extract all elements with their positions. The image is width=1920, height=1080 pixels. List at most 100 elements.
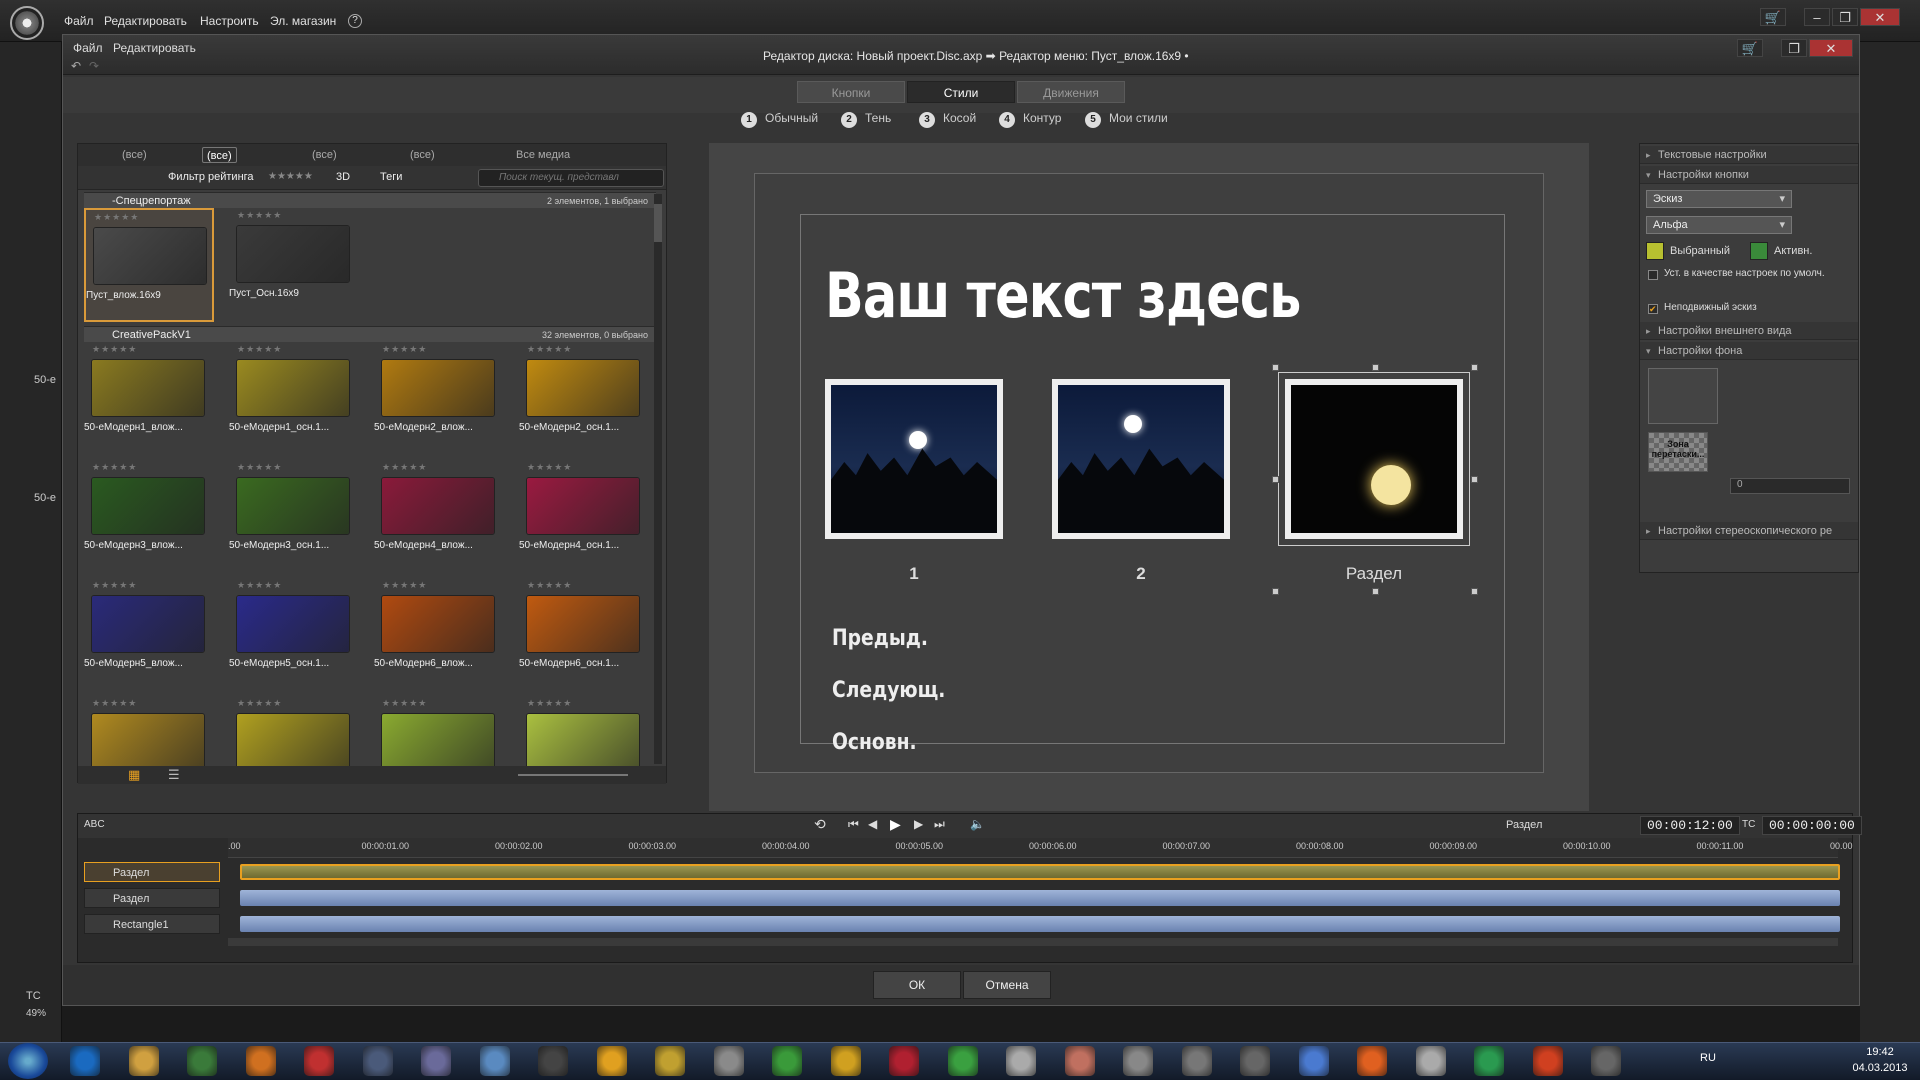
dialog-cart-icon[interactable]: 🛒	[1737, 39, 1763, 57]
chapter-button-1[interactable]	[825, 379, 1003, 539]
taskbar-app-icon[interactable]	[596, 1046, 627, 1076]
track-bar-chapter-text[interactable]	[240, 890, 1840, 906]
nav-prev-button[interactable]: Предыд.	[832, 626, 928, 651]
track-bar-chapter[interactable]	[240, 864, 1840, 880]
template-item[interactable]: ★★★★★	[229, 696, 359, 766]
taskbar-app-icon[interactable]	[947, 1046, 978, 1076]
template-item[interactable]: ★★★★★ 50-eМодерн1_влож...	[84, 342, 214, 456]
rating-stars[interactable]: ★★★★★	[527, 580, 572, 591]
section-button-settings[interactable]: Настройки кнопки	[1640, 166, 1858, 184]
taskbar-app-icon[interactable]	[1474, 1046, 1504, 1076]
style-normal[interactable]: 1 Обычный	[741, 109, 818, 128]
scrollbar-thumb[interactable]	[654, 204, 662, 242]
template-item[interactable]: ★★★★★	[374, 696, 504, 766]
template-item[interactable]: ★★★★★	[84, 696, 214, 766]
rating-stars[interactable]: ★★★★★	[382, 462, 427, 473]
rating-stars[interactable]: ★★★★★	[527, 462, 572, 473]
template-item[interactable]: ★★★★★ 50-eМодерн3_влож...	[84, 460, 214, 574]
default-checkbox[interactable]	[1648, 270, 1658, 280]
rating-stars[interactable]: ★★★★★	[92, 344, 137, 355]
still-thumb-checkbox[interactable]: ✔	[1648, 304, 1658, 314]
tab-styles[interactable]: Стили	[907, 81, 1015, 103]
section-stereoscopic[interactable]: Настройки стереоскопического ре	[1640, 522, 1858, 540]
clock-time[interactable]: 19:42	[1850, 1046, 1910, 1058]
ok-button[interactable]: ОК	[873, 971, 961, 999]
redo-icon[interactable]: ↷	[89, 59, 99, 73]
template-item[interactable]: ★★★★★ Пуст_влож.16x9	[84, 208, 214, 322]
selection-handle[interactable]	[1372, 588, 1379, 595]
filter-3d[interactable]: 3D	[336, 171, 350, 183]
app-logo-icon[interactable]	[10, 6, 44, 40]
rating-stars[interactable]: ★★★★★	[94, 212, 139, 223]
step-back-icon[interactable]: ◀	[868, 817, 877, 831]
taskbar-app-icon[interactable]	[128, 1046, 159, 1076]
template-item[interactable]: ★★★★★ 50-eМодерн3_осн.1...	[229, 460, 359, 574]
language-indicator[interactable]: RU	[1700, 1052, 1716, 1064]
taskbar-app-icon[interactable]	[362, 1046, 393, 1076]
chapter-nav-label[interactable]: Раздел	[1506, 819, 1542, 831]
filter-tags[interactable]: Теги	[380, 171, 402, 183]
undo-icon[interactable]: ↶	[71, 59, 81, 73]
library-tab[interactable]: (все)	[118, 147, 151, 163]
track-rectangle[interactable]: Rectangle1	[84, 914, 220, 934]
rating-stars[interactable]: ★★★★★	[527, 344, 572, 355]
timeline-hscrollbar[interactable]	[228, 938, 1838, 946]
selection-handle[interactable]	[1471, 476, 1478, 483]
close-icon[interactable]: ✕	[1860, 8, 1900, 26]
taskbar-app-icon[interactable]	[830, 1046, 861, 1076]
restore-icon[interactable]: ❐	[1832, 8, 1858, 26]
background-preview[interactable]	[1648, 368, 1718, 424]
rating-stars[interactable]: ★★★★★	[237, 344, 282, 355]
go-end-icon[interactable]: ⏭	[934, 817, 945, 832]
start-button[interactable]	[8, 1043, 48, 1079]
style-my-styles[interactable]: 5 Мои стили	[1085, 109, 1168, 128]
taskbar-app-icon[interactable]	[245, 1046, 276, 1076]
text-tool-icon[interactable]: ABC	[84, 819, 105, 830]
menu-file[interactable]: Файл	[64, 14, 94, 28]
taskbar-app-icon[interactable]	[70, 1046, 100, 1076]
chapter-button-2[interactable]	[1052, 379, 1230, 539]
minimize-icon[interactable]: –	[1804, 8, 1830, 26]
rating-stars[interactable]: ★★★★★	[237, 462, 282, 473]
taskbar-app-icon[interactable]	[1591, 1046, 1621, 1076]
taskbar-app-icon[interactable]	[655, 1046, 685, 1076]
template-item[interactable]: ★★★★★ 50-eМодерн5_осн.1...	[229, 578, 359, 692]
section-background[interactable]: Настройки фона	[1640, 342, 1858, 360]
grid-view-icon[interactable]: ▦	[128, 767, 140, 783]
taskbar-app-icon[interactable]	[1532, 1046, 1563, 1076]
cancel-button[interactable]: Отмена	[963, 971, 1051, 999]
section-text-settings[interactable]: Текстовые настройки	[1640, 146, 1858, 164]
template-item[interactable]: ★★★★★ 50-eМодерн2_осн.1...	[519, 342, 642, 456]
group-header-creativepack[interactable]: CreativePackV1 32 элементов, 0 выбрано	[84, 326, 656, 342]
taskbar-app-icon[interactable]	[1298, 1046, 1329, 1076]
template-item[interactable]: ★★★★★ 50-eМодерн5_влож...	[84, 578, 214, 692]
rating-stars[interactable]: ★★★★★	[527, 698, 572, 709]
cart-icon[interactable]: 🛒	[1760, 8, 1786, 26]
library-tab-active[interactable]: (все)	[202, 147, 237, 163]
library-scrollbar[interactable]	[654, 194, 662, 764]
taskbar-app-icon[interactable]	[1181, 1046, 1212, 1076]
template-item[interactable]: ★★★★★ 50-eМодерн2_влож...	[374, 342, 504, 456]
menu-settings[interactable]: Настроить	[200, 14, 259, 28]
taskbar-app-icon[interactable]	[713, 1046, 744, 1076]
rating-stars[interactable]: ★★★★★	[382, 698, 427, 709]
menu-store[interactable]: Эл. магазин	[270, 14, 336, 28]
rating-stars[interactable]: ★★★★★	[382, 344, 427, 355]
rating-stars[interactable]: ★★★★★	[237, 580, 282, 591]
template-item[interactable]: ★★★★★ 50-eМодерн6_влож...	[374, 578, 504, 692]
template-item[interactable]: ★★★★★ 50-eМодерн1_осн.1...	[229, 342, 359, 456]
taskbar-app-icon[interactable]	[538, 1046, 568, 1076]
taskbar-app-icon[interactable]	[1006, 1046, 1036, 1076]
taskbar-app-icon[interactable]	[1357, 1046, 1387, 1076]
taskbar-app-icon[interactable]	[479, 1046, 510, 1076]
template-item[interactable]: ★★★★★ Пуст_Осн.16x9	[229, 208, 359, 322]
taskbar-app-icon[interactable]	[1123, 1046, 1153, 1076]
style-shadow[interactable]: 2 Тень	[841, 109, 891, 128]
group-header-special[interactable]: -Спецрепортаж 2 элементов, 1 выбрано	[84, 192, 656, 208]
template-item[interactable]: ★★★★★ 50-eМодерн6_осн.1...	[519, 578, 642, 692]
thumbnail-size-slider[interactable]	[518, 774, 628, 776]
rating-stars[interactable]: ★★★★★	[92, 462, 137, 473]
template-item[interactable]: ★★★★★	[519, 696, 642, 766]
rating-stars[interactable]: ★★★★★	[382, 580, 427, 591]
selected-color-swatch[interactable]	[1646, 242, 1664, 260]
